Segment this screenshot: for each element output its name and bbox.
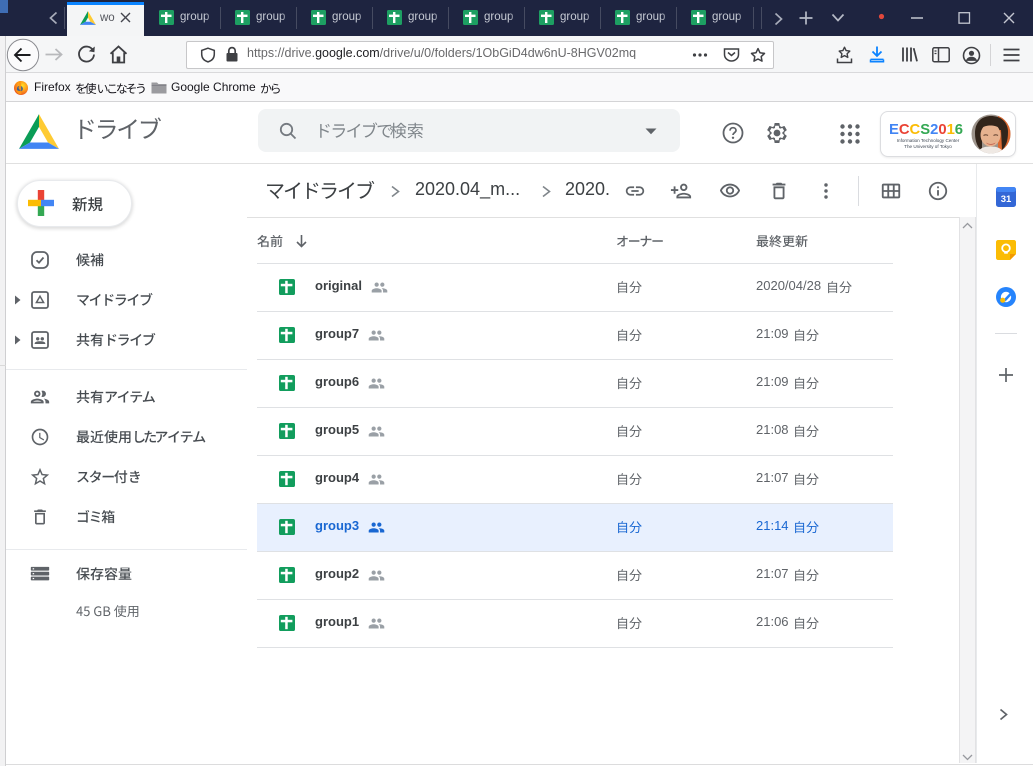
svg-text:31: 31 — [1001, 194, 1012, 205]
